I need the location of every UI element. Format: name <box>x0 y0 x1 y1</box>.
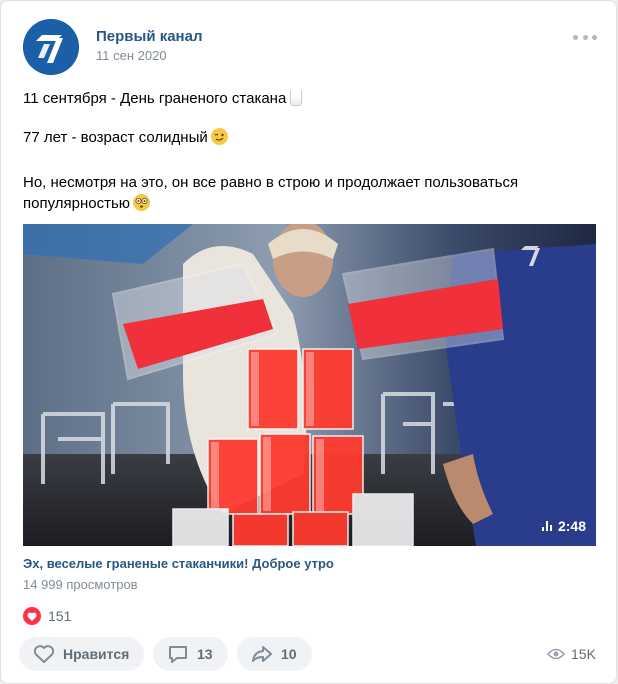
wink-emoji-icon <box>210 128 228 145</box>
share-button[interactable]: 10 <box>237 637 312 671</box>
equalizer-icon <box>541 521 552 531</box>
flushed-emoji-icon <box>133 194 151 211</box>
heart-icon <box>23 607 41 625</box>
glass-emoji-icon <box>290 90 303 106</box>
video-duration-label: 2:48 <box>557 518 586 534</box>
more-options-icon[interactable] <box>573 29 597 45</box>
video-thumbnail <box>23 224 596 546</box>
like-button[interactable]: Нравится <box>19 637 144 671</box>
channel-logo-icon <box>23 19 79 75</box>
video-player[interactable]: 2:48 <box>23 224 596 546</box>
comment-count: 13 <box>197 646 213 662</box>
post-text-line-4: популярностью <box>23 193 151 214</box>
post-text: 11 сентября - День граненого стакана <box>23 90 287 107</box>
comment-button[interactable]: 13 <box>153 637 228 671</box>
post-text: популярностью <box>23 195 131 212</box>
post-text-line-2: 77 лет - возраст солидный <box>23 127 228 148</box>
views-count: 15K <box>571 646 596 662</box>
post-views: 15K <box>547 646 596 662</box>
like-label: Нравится <box>63 646 130 662</box>
video-title-link[interactable]: Эх, веселые граненые стаканчики! Доброе … <box>23 556 334 571</box>
post-card: Первый канал 11 сен 2020 11 сентября - Д… <box>0 0 617 684</box>
video-view-count: 14 999 просмотров <box>23 577 138 592</box>
share-count: 10 <box>281 646 297 662</box>
post-text: 77 лет - возраст солидный <box>23 129 208 146</box>
comment-icon <box>169 646 187 663</box>
video-duration: 2:48 <box>541 518 586 534</box>
channel-avatar[interactable] <box>23 19 79 75</box>
reactions-count: 151 <box>48 608 72 624</box>
eye-icon <box>547 648 565 660</box>
post-text-line-1: 11 сентября - День граненого стакана <box>23 88 303 109</box>
reactions-summary[interactable]: 151 <box>23 607 71 625</box>
post-text-line-3: Но, несмотря на это, он все равно в стро… <box>23 174 519 191</box>
post-author[interactable]: Первый канал <box>96 28 203 45</box>
heart-outline-icon <box>33 645 55 663</box>
share-icon <box>252 646 272 662</box>
post-date[interactable]: 11 сен 2020 <box>96 48 167 63</box>
